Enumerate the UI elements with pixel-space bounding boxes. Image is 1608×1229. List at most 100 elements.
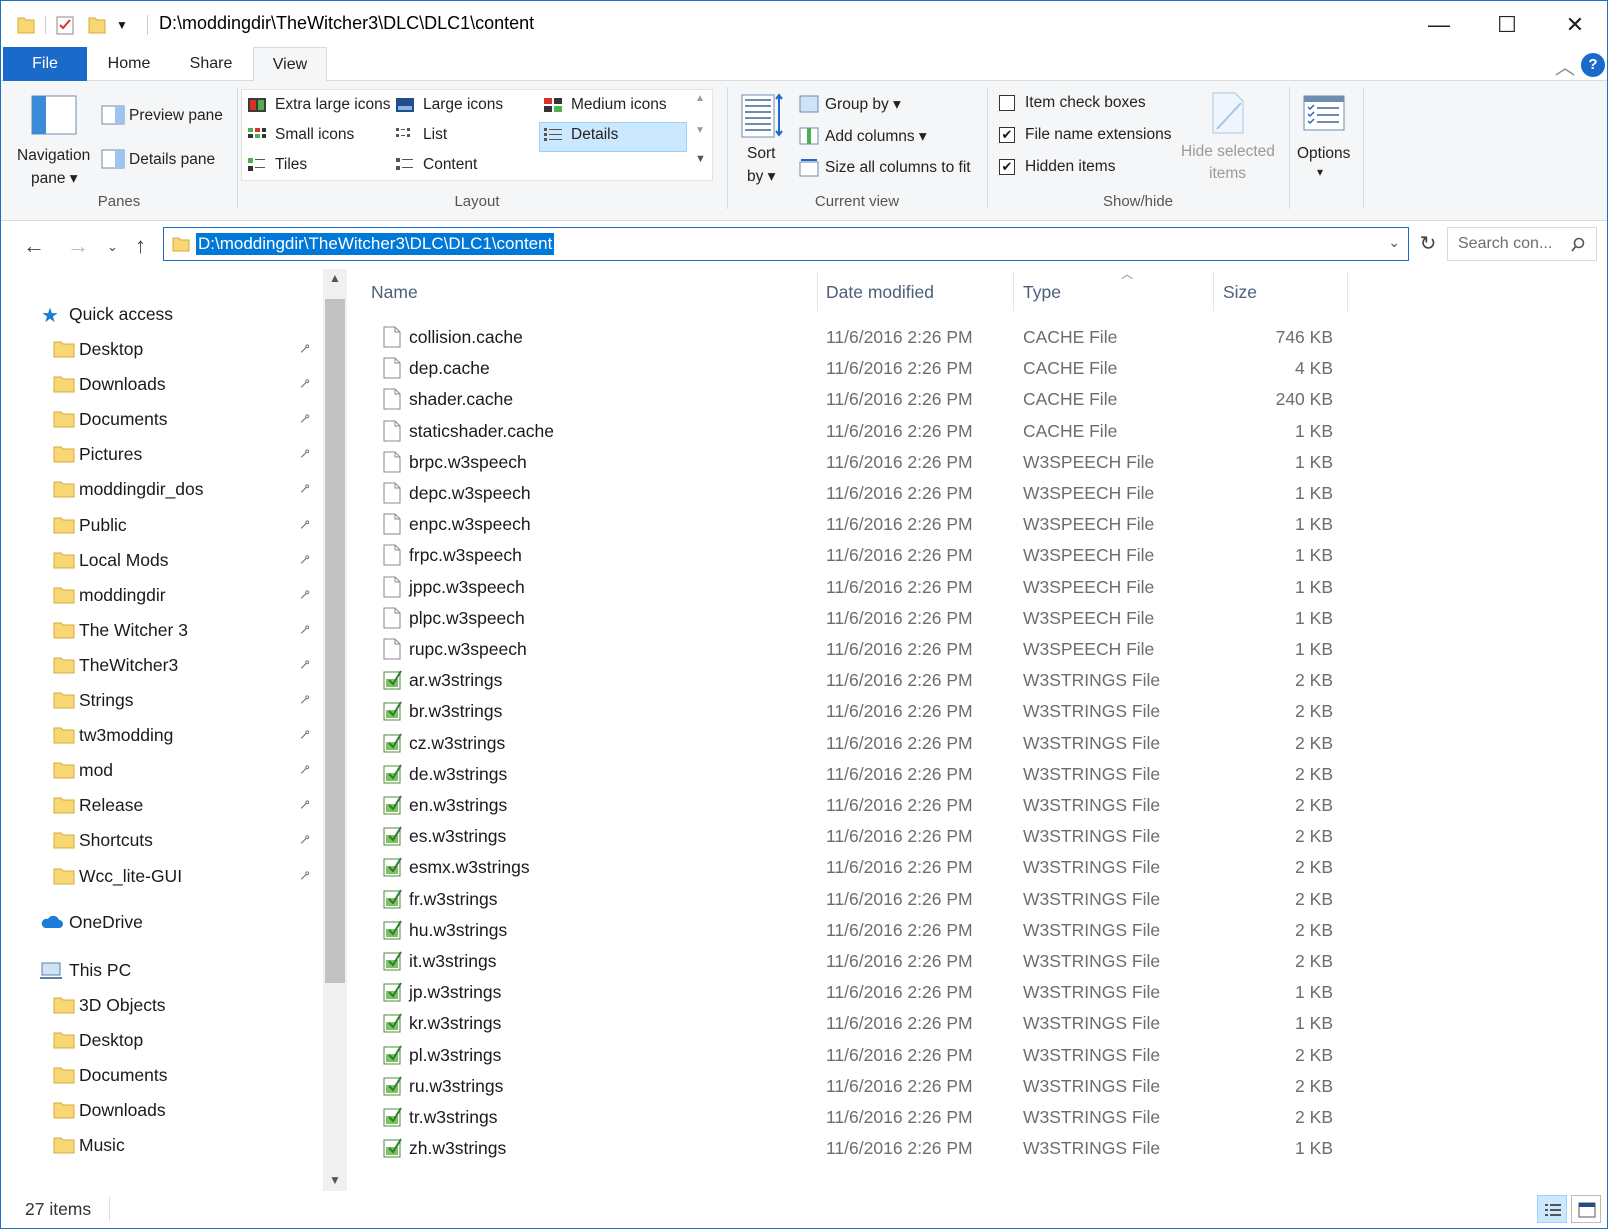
column-divider[interactable] — [1347, 271, 1348, 311]
layout-list[interactable]: List — [423, 126, 447, 144]
file-name[interactable]: ru.w3strings — [409, 1076, 503, 1097]
nav-quick-access[interactable]: ★ Quick access — [1, 297, 321, 331]
scroll-down-icon[interactable]: ▼ — [329, 1173, 341, 1187]
layout-more-icon[interactable]: ▼ — [695, 153, 706, 165]
customize-dropdown-icon[interactable]: ▼ — [116, 18, 128, 32]
column-date-modified[interactable]: Date modified — [826, 282, 934, 303]
column-divider[interactable] — [1013, 271, 1014, 311]
nav-item-pc-music[interactable]: Music — [1, 1128, 321, 1162]
recent-locations-icon[interactable]: ⌄ — [107, 239, 118, 255]
item-check-boxes-label[interactable]: Item check boxes — [1025, 94, 1146, 112]
address-path[interactable]: D:\moddingdir\TheWitcher3\DLC\DLC1\conte… — [196, 233, 555, 255]
layout-details[interactable]: Details — [571, 126, 618, 144]
file-row[interactable]: es.w3strings 11/6/2016 2:26 PM W3STRINGS F… — [347, 820, 1608, 852]
file-name[interactable]: zh.w3strings — [409, 1138, 506, 1159]
search-box[interactable]: Search con... — [1447, 227, 1597, 261]
file-row[interactable]: de.w3strings 11/6/2016 2:26 PM W3STRINGS F… — [347, 758, 1608, 790]
file-name[interactable]: jp.w3strings — [409, 982, 501, 1003]
file-row[interactable]: depc.w3speech 11/6/2016 2:26 PM W3SPEECH F… — [347, 477, 1608, 509]
nav-item-thewitcher3[interactable]: TheWitcher3 ⊸ — [1, 648, 321, 682]
file-name[interactable]: frpc.w3speech — [409, 545, 522, 566]
file-name[interactable]: tr.w3strings — [409, 1107, 498, 1128]
hidden-items-label[interactable]: Hidden items — [1025, 158, 1115, 176]
details-pane-button[interactable]: Details pane — [129, 151, 215, 169]
close-button[interactable]: ✕ — [1541, 1, 1608, 49]
help-icon[interactable]: ? — [1581, 53, 1605, 77]
layout-scroll-up-icon[interactable]: ▲ — [695, 93, 705, 104]
file-row[interactable]: hu.w3strings 11/6/2016 2:26 PM W3STRINGS F… — [347, 914, 1608, 946]
file-name[interactable]: br.w3strings — [409, 701, 502, 722]
details-view-button[interactable] — [1537, 1195, 1567, 1223]
file-row[interactable]: tr.w3strings 11/6/2016 2:26 PM W3STRINGS F… — [347, 1101, 1608, 1133]
properties-icon[interactable] — [56, 15, 74, 35]
file-name[interactable]: rupc.w3speech — [409, 639, 527, 660]
nav-item-the-witcher-3[interactable]: The Witcher 3 ⊸ — [1, 613, 321, 647]
file-name[interactable]: hu.w3strings — [409, 920, 507, 941]
file-name[interactable]: kr.w3strings — [409, 1013, 501, 1034]
forward-button[interactable]: → — [67, 233, 89, 259]
file-row[interactable]: frpc.w3speech 11/6/2016 2:26 PM W3SPEECH F… — [347, 539, 1608, 571]
back-button[interactable]: ← — [23, 233, 45, 259]
file-name[interactable]: enpc.w3speech — [409, 514, 531, 535]
layout-content[interactable]: Content — [423, 156, 477, 174]
nav-item-documents[interactable]: Documents ⊸ — [1, 402, 321, 436]
large-icons-view-button[interactable] — [1571, 1195, 1601, 1223]
nav-item-pictures[interactable]: Pictures ⊸ — [1, 437, 321, 471]
up-button[interactable]: ↑ — [135, 233, 146, 259]
file-row[interactable]: br.w3strings 11/6/2016 2:26 PM W3STRINGS F… — [347, 695, 1608, 727]
navigation-pane-dropdown[interactable]: pane ▾ — [31, 169, 78, 188]
group-by-button[interactable]: Group by ▾ — [825, 95, 901, 114]
file-name[interactable]: cz.w3strings — [409, 733, 505, 754]
file-name[interactable]: shader.cache — [409, 389, 513, 410]
file-row[interactable]: en.w3strings 11/6/2016 2:26 PM W3STRINGS F… — [347, 789, 1608, 821]
layout-small-icons[interactable]: Small icons — [275, 126, 354, 144]
size-all-columns-button[interactable]: Size all columns to fit — [825, 159, 971, 177]
nav-item-tw3modding[interactable]: tw3modding ⊸ — [1, 718, 321, 752]
nav-item-pc-desktop[interactable]: Desktop — [1, 1023, 321, 1057]
nav-onedrive[interactable]: OneDrive — [1, 905, 321, 939]
file-row[interactable]: jp.w3strings 11/6/2016 2:26 PM W3STRINGS F… — [347, 976, 1608, 1008]
tab-view[interactable]: View — [253, 47, 327, 82]
nav-item-local-mods[interactable]: Local Mods ⊸ — [1, 543, 321, 577]
file-row[interactable]: brpc.w3speech 11/6/2016 2:26 PM W3SPEECH F… — [347, 446, 1608, 478]
file-row[interactable]: fr.w3strings 11/6/2016 2:26 PM W3STRINGS F… — [347, 883, 1608, 915]
nav-scroll-thumb[interactable] — [325, 299, 345, 983]
layout-extra-large-icons[interactable]: Extra large icons — [275, 96, 390, 114]
collapse-ribbon-icon[interactable]: ︿ — [1555, 51, 1575, 80]
nav-item-shortcuts[interactable]: Shortcuts ⊸ — [1, 823, 321, 857]
layout-medium-icons[interactable]: Medium icons — [571, 96, 667, 114]
file-name-extensions-checkbox[interactable]: ✔ — [999, 127, 1015, 143]
file-name[interactable]: de.w3strings — [409, 764, 507, 785]
add-columns-button[interactable]: Add columns ▾ — [825, 127, 927, 146]
nav-item-moddingdir[interactable]: moddingdir ⊸ — [1, 578, 321, 612]
scroll-up-icon[interactable]: ▲ — [329, 271, 341, 285]
file-name[interactable]: fr.w3strings — [409, 889, 498, 910]
layout-tiles[interactable]: Tiles — [275, 156, 307, 174]
column-size[interactable]: Size — [1223, 282, 1257, 303]
column-divider[interactable] — [817, 271, 818, 311]
nav-item-strings[interactable]: Strings ⊸ — [1, 683, 321, 717]
file-name[interactable]: jppc.w3speech — [409, 577, 525, 598]
file-name-extensions-label[interactable]: File name extensions — [1025, 126, 1171, 144]
column-divider[interactable] — [1213, 271, 1214, 311]
tab-file[interactable]: File — [3, 47, 87, 81]
file-row[interactable]: it.w3strings 11/6/2016 2:26 PM W3STRINGS F… — [347, 945, 1608, 977]
options-dropdown-icon[interactable]: ▾ — [1317, 165, 1323, 179]
sort-by-button[interactable]: Sort — [747, 145, 775, 163]
address-bar[interactable]: D:\moddingdir\TheWitcher3\DLC\DLC1\conte… — [163, 227, 1409, 261]
nav-item-pc-documents[interactable]: Documents — [1, 1058, 321, 1092]
nav-this-pc[interactable]: This PC — [1, 953, 321, 987]
file-name[interactable]: pl.w3strings — [409, 1045, 501, 1066]
file-row[interactable]: kr.w3strings 11/6/2016 2:26 PM W3STRINGS F… — [347, 1007, 1608, 1039]
preview-pane-button[interactable]: Preview pane — [129, 107, 223, 125]
nav-item-pc-3d-objects[interactable]: 3D Objects — [1, 988, 321, 1022]
hide-selected-items-button[interactable]: Hide selected — [1181, 143, 1275, 161]
file-row[interactable]: shader.cache 11/6/2016 2:26 PM CACHE File 2… — [347, 383, 1608, 415]
file-row[interactable]: enpc.w3speech 11/6/2016 2:26 PM W3SPEECH F… — [347, 508, 1608, 540]
layout-scroll-down-icon[interactable]: ▼ — [695, 125, 705, 136]
minimize-button[interactable]: — — [1405, 1, 1473, 49]
tab-share[interactable]: Share — [171, 47, 251, 81]
file-name[interactable]: depc.w3speech — [409, 483, 531, 504]
nav-item-public[interactable]: Public ⊸ — [1, 508, 321, 542]
nav-item-pc-downloads[interactable]: Downloads — [1, 1093, 321, 1127]
